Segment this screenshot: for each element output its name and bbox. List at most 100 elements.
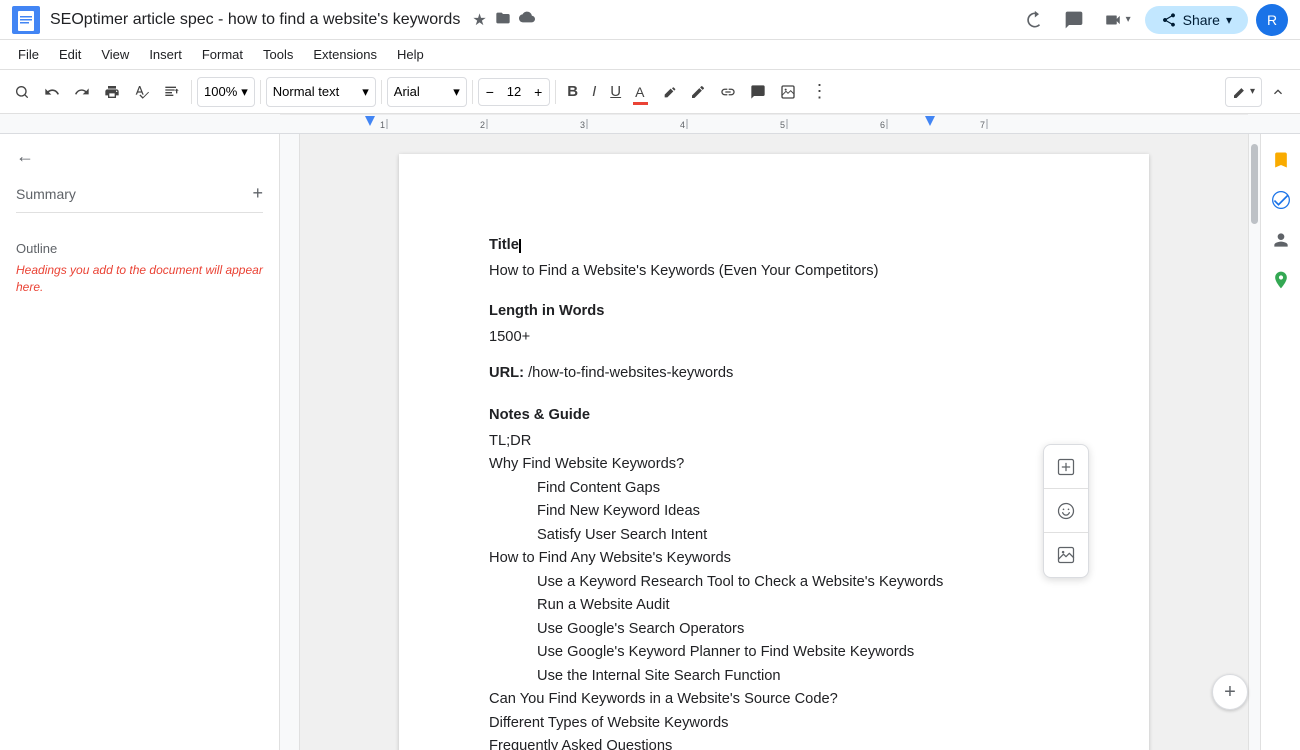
share-button[interactable]: Share ▾ (1145, 6, 1248, 34)
separator-3 (381, 80, 382, 104)
bold-btn[interactable]: B (561, 77, 584, 107)
menu-edit[interactable]: Edit (49, 43, 91, 66)
font-size-increase[interactable]: + (527, 78, 549, 106)
collapse-sidebar-btn[interactable] (1264, 77, 1292, 107)
rs-person-btn[interactable] (1263, 222, 1299, 258)
outline-item: Satisfy User Search Intent (489, 524, 1059, 547)
ruler-right-pad (1248, 114, 1300, 133)
menu-format[interactable]: Format (192, 43, 253, 66)
doc-content: Title How to Find a Website's Keywords (… (489, 234, 1059, 750)
summary-header: Summary + (16, 183, 263, 204)
ruler-left-pad (0, 114, 280, 133)
svg-text:3: 3 (580, 120, 585, 130)
doc-url-line: URL: /how-to-find-websites-keywords (489, 362, 1059, 384)
left-ruler (280, 134, 300, 750)
outline-item: How to Find Any Website's Keywords (489, 547, 1059, 570)
rs-bookmark-btn[interactable] (1263, 142, 1299, 178)
v-scrollbar[interactable] (1248, 134, 1260, 750)
separator-5 (555, 80, 556, 104)
title-bar: SEOptimer article spec - how to find a w… (0, 0, 1300, 40)
outline-hint: Headings you add to the document will ap… (16, 262, 263, 296)
outline-item: Use Google's Search Operators (489, 618, 1059, 641)
user-avatar[interactable]: R (1256, 4, 1288, 36)
font-size-decrease[interactable]: − (479, 78, 501, 106)
rs-map-btn[interactable] (1263, 262, 1299, 298)
text-color-btn[interactable]: A (629, 77, 652, 107)
separator-4 (472, 80, 473, 104)
undo-btn[interactable] (38, 77, 66, 107)
doc-url-label: URL: (489, 365, 524, 381)
outline-item: Frequently Asked Questions (489, 735, 1059, 750)
doc-length-value: 1500+ (489, 326, 1059, 348)
right-sidebar (1260, 134, 1300, 750)
italic-btn[interactable]: I (586, 77, 602, 107)
history-btn[interactable] (1018, 4, 1050, 36)
menu-insert[interactable]: Insert (139, 43, 192, 66)
rs-check-btn[interactable] (1263, 182, 1299, 218)
comments-btn[interactable] (1058, 4, 1090, 36)
outline-item: Can You Find Keywords in a Website's Sou… (489, 688, 1059, 711)
doc-container: Title How to Find a Website's Keywords (… (300, 134, 1248, 750)
star-icon[interactable]: ★ (472, 10, 486, 30)
meet-icon-chevron: ▾ (1126, 14, 1131, 25)
more-btn[interactable]: ⋮ (804, 77, 834, 107)
pen-btn[interactable] (684, 77, 712, 107)
underline-btn[interactable]: U (604, 77, 627, 107)
link-btn[interactable] (714, 77, 742, 107)
outline-item: Use a Keyword Research Tool to Check a W… (489, 571, 1059, 594)
print-btn[interactable] (98, 77, 126, 107)
svg-text:1: 1 (380, 120, 385, 130)
menu-view[interactable]: View (91, 43, 139, 66)
separator-2 (260, 80, 261, 104)
menu-file[interactable]: File (8, 43, 49, 66)
image-btn[interactable] (774, 77, 802, 107)
outline-item: Different Types of Website Keywords (489, 712, 1059, 735)
comment-btn[interactable] (744, 77, 772, 107)
outline-item: TL;DR (489, 430, 1059, 453)
float-image-btn[interactable] (1044, 533, 1088, 577)
font-select[interactable]: Arial ▾ (387, 77, 467, 107)
font-size-value[interactable]: 12 (501, 84, 527, 99)
search-btn[interactable] (8, 77, 36, 107)
outline-item: Use the Internal Site Search Function (489, 665, 1059, 688)
svg-text:7: 7 (980, 120, 985, 130)
float-emoji-btn[interactable] (1044, 489, 1088, 533)
menu-help[interactable]: Help (387, 43, 434, 66)
outline-section: Outline Headings you add to the document… (16, 241, 263, 296)
outline-label: Outline (16, 241, 263, 256)
highlight-btn[interactable] (654, 77, 682, 107)
document-page[interactable]: Title How to Find a Website's Keywords (… (399, 154, 1149, 750)
zoom-select[interactable]: 100% ▾ (197, 77, 255, 107)
menu-extensions[interactable]: Extensions (303, 43, 387, 66)
sidebar-back-btn[interactable]: ← (16, 146, 263, 167)
docs-icon (12, 6, 40, 34)
paint-format-btn[interactable] (158, 77, 186, 107)
float-add-btn[interactable] (1044, 445, 1088, 489)
spell-check-btn[interactable] (128, 77, 156, 107)
folder-icon[interactable] (495, 10, 511, 29)
svg-text:6: 6 (880, 120, 885, 130)
outline-item: Find New Keyword Ideas (489, 500, 1059, 523)
redo-btn[interactable] (68, 77, 96, 107)
summary-section: Summary + (16, 183, 263, 225)
doc-url-value: /how-to-find-websites-keywords (528, 365, 733, 381)
meet-btn[interactable]: ▾ (1098, 4, 1137, 36)
menu-tools[interactable]: Tools (253, 43, 303, 66)
ruler-row: 1 2 3 4 5 6 7 (0, 114, 1300, 134)
share-label: Share (1183, 12, 1220, 28)
summary-add-btn[interactable]: + (252, 183, 263, 204)
svg-text:4: 4 (680, 120, 685, 130)
doc-title-label: Title (489, 237, 521, 253)
outline-item: Run a Website Audit (489, 594, 1059, 617)
svg-text:2: 2 (480, 120, 485, 130)
style-select[interactable]: Normal text ▾ (266, 77, 376, 107)
toolbar: 100% ▾ Normal text ▾ Arial ▾ − 12 + B I … (0, 70, 1300, 114)
doc-title-row: Title (489, 234, 1059, 256)
outline-item: Find Content Gaps (489, 477, 1059, 500)
add-floating-btn[interactable]: + (1212, 674, 1248, 710)
pen-mode-btn[interactable]: ▾ (1225, 77, 1262, 107)
font-size-area: − 12 + (478, 78, 550, 106)
scrollbar-thumb[interactable] (1251, 144, 1258, 224)
sidebar: ← Summary + Outline Headings you add to … (0, 134, 280, 750)
share-chevron[interactable]: ▾ (1226, 13, 1232, 27)
